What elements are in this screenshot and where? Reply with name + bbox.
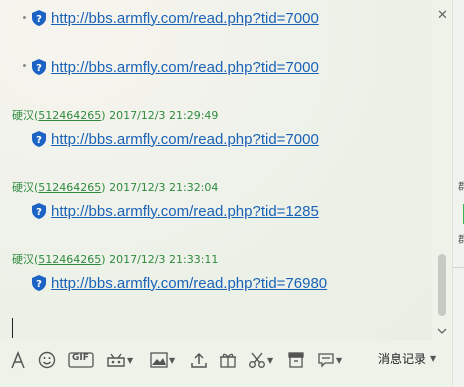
chat-bubble-icon [318,353,334,368]
gif-label: GIF [72,353,89,363]
sender-qq-link[interactable]: 512464265 [38,253,101,266]
side-panel-label: 群 [458,235,464,246]
svg-text:?: ? [36,207,42,218]
message-link-row: ? http://bbs.armfly.com/read.php?tid=769… [32,274,327,292]
chat-scrollbar[interactable] [433,0,451,340]
sender-name: 硬汉 [12,109,34,122]
side-panel-divider [453,267,464,268]
sender-name: 硬汉 [12,181,34,194]
security-shield-icon: ? [32,10,46,26]
gif-button[interactable]: GIF [68,350,94,370]
side-panel-label: 群 [458,182,464,193]
message-history-label: 消息记录 [378,352,427,366]
text-cursor [12,318,13,338]
message-link[interactable]: http://bbs.armfly.com/read.php?tid=7000 [51,59,319,76]
message-link-row: ? http://bbs.armfly.com/read.php?tid=700… [32,130,319,148]
upload-icon [191,352,207,368]
screenshot-button[interactable]: ▼ [248,350,273,370]
security-shield-icon: ? [32,275,46,291]
sender-qq-link[interactable]: 512464265 [38,181,101,194]
svg-text:?: ? [36,279,42,290]
bullet-dot [23,16,26,19]
chevron-down-icon[interactable]: ▼ [336,356,342,365]
security-shield-icon: ? [32,131,46,147]
message-link[interactable]: http://bbs.armfly.com/read.php?tid=7000 [51,10,319,27]
scroll-down-icon[interactable] [437,327,447,337]
message-time: 2017/12/3 21:33:11 [109,253,219,266]
image-icon [150,352,168,368]
message-input[interactable] [0,306,432,342]
chevron-down-icon[interactable]: ▼ [267,356,273,365]
message-header: 硬汉(512464265) 2017/12/3 21:32:04 [12,181,219,194]
font-icon [11,351,25,369]
svg-text:?: ? [36,135,42,146]
security-shield-icon: ? [32,203,46,219]
chat-history-area: ? http://bbs.armfly.com/read.php?tid=700… [0,0,432,340]
screenshot-icon [249,352,265,368]
game-icon [107,353,125,367]
chevron-down-icon[interactable]: ▼ [127,356,133,365]
message-time: 2017/12/3 21:32:04 [109,181,219,194]
game-button[interactable]: ▼ [106,350,133,370]
chevron-down-icon[interactable]: ▼ [430,354,436,363]
security-shield-icon: ? [32,59,46,75]
message-link-row: ? http://bbs.armfly.com/read.php?tid=700… [32,58,319,76]
bullet-dot [23,64,26,67]
chat-bubble-button[interactable]: ▼ [317,350,342,370]
message-link-row: ? http://bbs.armfly.com/read.php?tid=700… [32,9,319,27]
message-time: 2017/12/3 21:29:49 [109,109,219,122]
message-header: 硬汉(512464265) 2017/12/3 21:33:11 [12,253,219,266]
side-panel-strip: 群 群 [452,0,464,387]
emoji-button[interactable] [38,350,56,370]
message-link[interactable]: http://bbs.armfly.com/read.php?tid=7000 [51,131,319,148]
archive-button[interactable] [287,350,305,370]
message-header: 硬汉(512464265) 2017/12/3 21:29:49 [12,109,219,122]
sender-qq-link[interactable]: 512464265 [38,109,101,122]
message-link-row: ? http://bbs.armfly.com/read.php?tid=128… [32,202,319,220]
image-button[interactable]: ▼ [150,350,175,370]
emoji-icon [38,351,56,369]
message-link[interactable]: http://bbs.armfly.com/read.php?tid=76980 [51,275,327,292]
archive-icon [288,352,304,368]
sender-name: 硬汉 [12,253,34,266]
gift-button[interactable] [219,350,237,370]
svg-text:?: ? [36,63,42,74]
chevron-down-icon[interactable]: ▼ [169,356,175,365]
gift-icon [220,353,236,368]
upload-button[interactable] [190,350,208,370]
message-link[interactable]: http://bbs.armfly.com/read.php?tid=1285 [51,203,319,220]
svg-text:?: ? [36,14,42,25]
font-button[interactable] [10,350,26,370]
message-history-button[interactable]: 消息记录 ▼ [378,350,436,367]
scrollbar-thumb[interactable] [438,254,446,316]
